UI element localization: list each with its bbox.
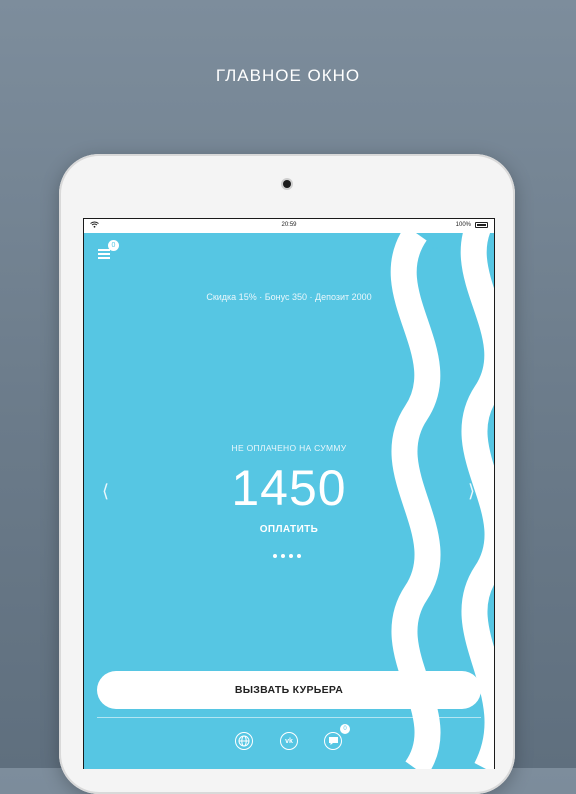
call-courier-button[interactable]: ВЫЗВАТЬ КУРЬЕРА [97, 671, 481, 709]
menu-badge: 0 [108, 240, 119, 251]
chat-icon[interactable] [324, 732, 342, 750]
divider [97, 717, 481, 718]
camera-icon [283, 180, 291, 188]
customer-summary: Скидка 15% · Бонус 350 · Депозит 2000 [206, 292, 372, 302]
payment-amount: 1450 [231, 460, 347, 516]
chat-badge: 0 [340, 724, 350, 734]
globe-icon[interactable] [235, 732, 253, 750]
menu-icon[interactable] [98, 249, 110, 259]
page-dot[interactable] [281, 554, 285, 558]
battery-icon [475, 222, 488, 228]
page-indicator [273, 545, 305, 563]
calendar-icon[interactable] [429, 245, 441, 259]
status-time: 20:59 [281, 222, 297, 228]
payment-status-label: НЕ ОПЛАЧЕНО НА СУММУ [231, 443, 347, 453]
screen-caption: ГЛАВНОЕ ОКНО [215, 66, 361, 85]
battery-percent: 100% [455, 222, 471, 228]
app-screen: 20:59 100% 0 Скидка 15% · Бонус 350 · Де… [83, 218, 495, 769]
page-dot[interactable] [289, 554, 293, 558]
status-bar: 20:59 100% [84, 219, 494, 233]
vk-icon[interactable]: vk [280, 732, 298, 750]
page-dot[interactable] [273, 554, 277, 558]
vk-label: vk [285, 737, 293, 745]
pay-button[interactable]: ОПЛАТИТЬ [84, 524, 494, 535]
page-dot[interactable] [297, 554, 301, 558]
